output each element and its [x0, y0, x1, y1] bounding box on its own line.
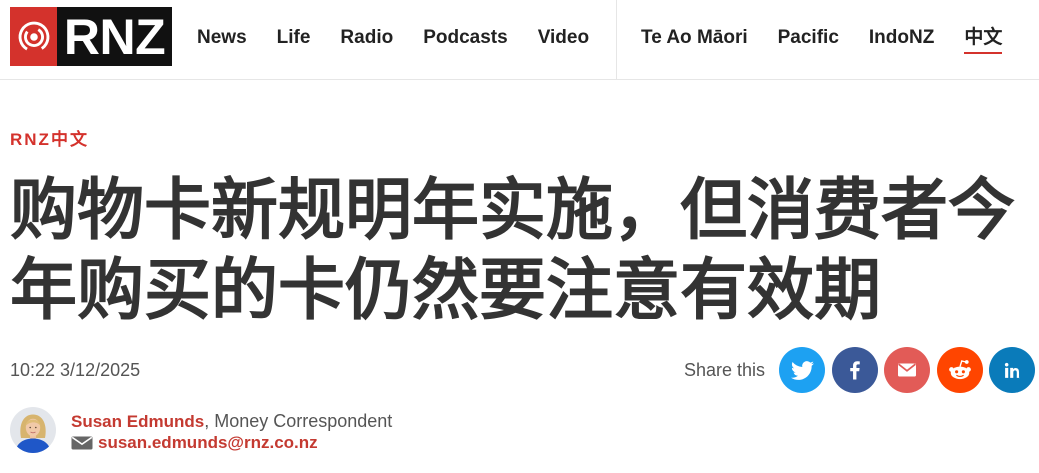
reddit-alien-icon — [948, 360, 971, 380]
share-label: Share this — [684, 360, 766, 380]
nav-item-indonz[interactable]: IndoNZ — [869, 27, 934, 49]
author-role: Money Correspondent — [214, 411, 393, 431]
nav-item-news[interactable]: News — [197, 27, 247, 49]
share-reddit-button[interactable] — [936, 347, 983, 393]
twitter-bird-icon — [790, 360, 814, 380]
nav-item-video[interactable]: Video — [538, 27, 589, 49]
nav-divider — [616, 0, 617, 79]
site-header: RNZ News Life Radio Podcasts Video Te Ao… — [0, 0, 1039, 80]
share-facebook-button[interactable] — [831, 347, 878, 393]
article-headline: 购物卡新规明年实施，但消费者今年购买的卡仍然要注意有效期 — [10, 173, 1015, 328]
nav-item-podcasts[interactable]: Podcasts — [423, 27, 507, 49]
nav-item-te-ao-maori[interactable]: Te Ao Māori — [641, 27, 748, 49]
author-separator: , — [204, 411, 215, 431]
nav-item-radio[interactable]: Radio — [340, 27, 393, 49]
share-bar — [779, 347, 1035, 393]
section-label[interactable]: RNZ中文 — [10, 128, 89, 152]
facebook-f-icon — [849, 361, 860, 380]
envelope-icon — [71, 436, 93, 450]
author-avatar — [10, 407, 56, 453]
nav-item-life[interactable]: Life — [277, 27, 311, 49]
share-email-button[interactable] — [884, 347, 930, 393]
share-twitter-button[interactable] — [779, 347, 825, 393]
secondary-nav: Te Ao Māori Pacific IndoNZ 中文 — [641, 0, 1003, 76]
article-timestamp: 10:22 3/12/2025 — [10, 360, 141, 380]
primary-nav: News Life Radio Podcasts Video — [197, 0, 589, 76]
nav-item-chinese[interactable]: 中文 — [964, 27, 1003, 54]
author-email-line: susan.edmunds@rnz.co.nz — [71, 432, 318, 454]
rnz-article-page: { "colors": { "brand_red": "#d4322c", "l… — [0, 0, 1039, 473]
rnz-radio-waves-icon — [10, 7, 57, 66]
rnz-wordmark: RNZ — [57, 7, 172, 66]
author-photo — [10, 407, 56, 453]
linkedin-in-icon — [1004, 362, 1020, 378]
share-linkedin-button[interactable] — [989, 347, 1035, 393]
author-email-link[interactable]: susan.edmunds@rnz.co.nz — [98, 432, 318, 454]
envelope-icon — [898, 363, 916, 377]
author-name-line: Susan Edmunds, Money Correspondent — [71, 410, 392, 433]
nav-item-pacific[interactable]: Pacific — [778, 27, 839, 49]
author-name[interactable]: Susan Edmunds — [71, 412, 204, 431]
rnz-logo[interactable]: RNZ — [10, 7, 172, 66]
